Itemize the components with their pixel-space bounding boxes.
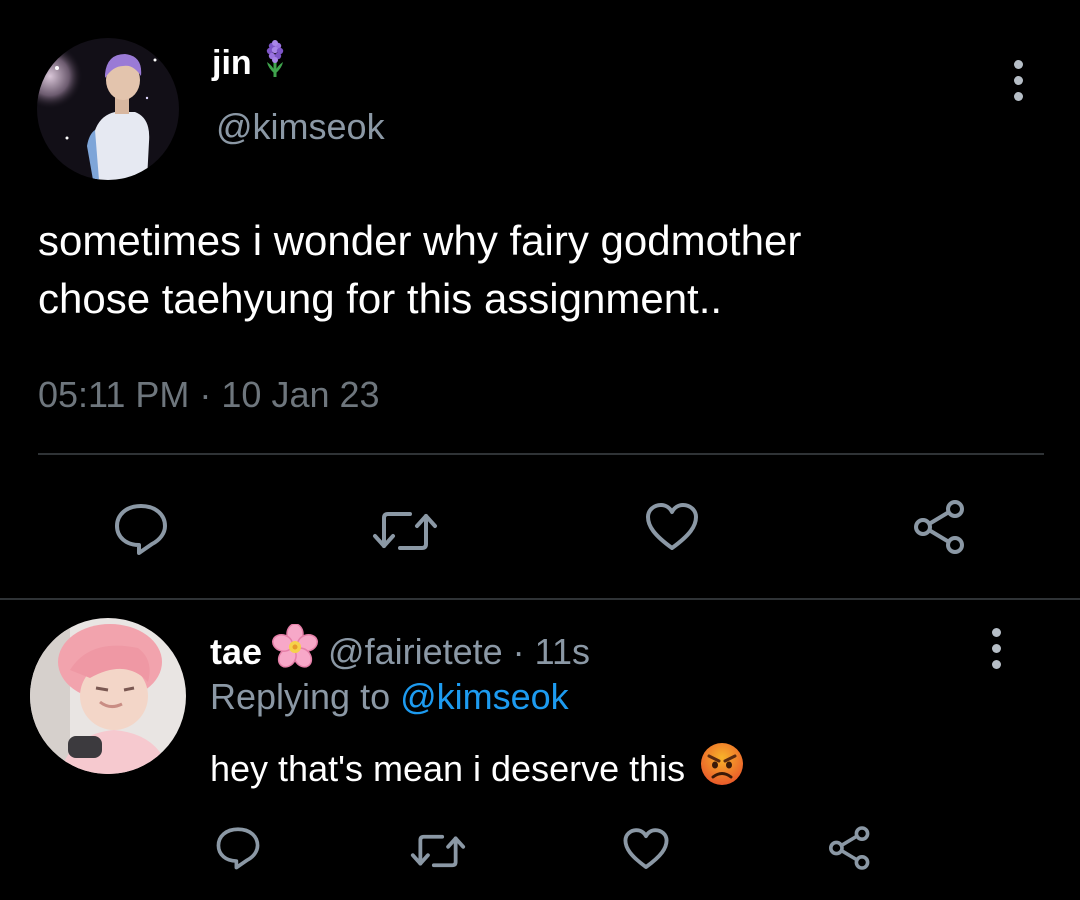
divider bbox=[38, 453, 1044, 455]
main-tweet-avatar[interactable] bbox=[37, 38, 179, 180]
more-vertical-icon[interactable] bbox=[990, 628, 1002, 669]
retweet-icon bbox=[410, 834, 466, 868]
reply-handle-time[interactable]: @fairietete · 11s bbox=[328, 631, 590, 673]
share-button[interactable] bbox=[910, 498, 970, 556]
replying-to-handle-link[interactable]: @kimseok bbox=[400, 676, 569, 717]
like-button[interactable] bbox=[644, 502, 700, 552]
tweet-separator bbox=[0, 598, 1080, 600]
retweet-icon bbox=[373, 512, 437, 550]
reply-button[interactable] bbox=[112, 502, 170, 556]
reply-text-content: hey that's mean i deserve this bbox=[210, 747, 686, 789]
reply-header: tae @fairietete · 11s bbox=[210, 623, 590, 679]
more-vertical-icon[interactable] bbox=[1012, 60, 1024, 101]
like-button[interactable] bbox=[622, 827, 670, 871]
heart-icon bbox=[623, 828, 669, 869]
reply-tweet-avatar[interactable] bbox=[30, 618, 186, 774]
cherry-blossom-icon bbox=[272, 623, 318, 679]
reply-bubble-icon bbox=[216, 827, 260, 870]
share-icon bbox=[829, 826, 870, 870]
tweet-text-line: sometimes i wonder why fairy godmother bbox=[38, 217, 802, 264]
replying-to: Replying to @kimseok bbox=[210, 676, 569, 718]
tweet-text-line: chose taehyung for this assignment.. bbox=[38, 275, 723, 322]
reply-button[interactable] bbox=[214, 826, 262, 870]
share-icon bbox=[914, 500, 964, 554]
main-tweet-author[interactable]: jin bbox=[212, 40, 286, 87]
replying-to-label: Replying to bbox=[210, 676, 401, 717]
author-handle[interactable]: @kimseok bbox=[216, 106, 385, 148]
user-photo-avatar-icon bbox=[30, 618, 186, 774]
tweet-timestamp[interactable]: 05:11 PM · 10 Jan 23 bbox=[38, 374, 380, 416]
retweet-button[interactable] bbox=[408, 830, 468, 872]
hyacinth-flower-icon bbox=[264, 40, 286, 87]
reply-bubble-icon bbox=[115, 504, 167, 555]
author-display-name[interactable]: jin bbox=[212, 44, 252, 83]
user-photo-avatar-icon bbox=[37, 38, 179, 180]
retweet-button[interactable] bbox=[370, 506, 440, 556]
share-button[interactable] bbox=[826, 824, 874, 872]
reply-display-name[interactable]: tae bbox=[210, 631, 262, 673]
angry-face-icon bbox=[699, 741, 745, 796]
heart-icon bbox=[646, 503, 698, 550]
reply-text: hey that's mean i deserve this bbox=[210, 741, 745, 796]
tweet-text: sometimes i wonder why fairy godmother c… bbox=[38, 212, 1048, 328]
